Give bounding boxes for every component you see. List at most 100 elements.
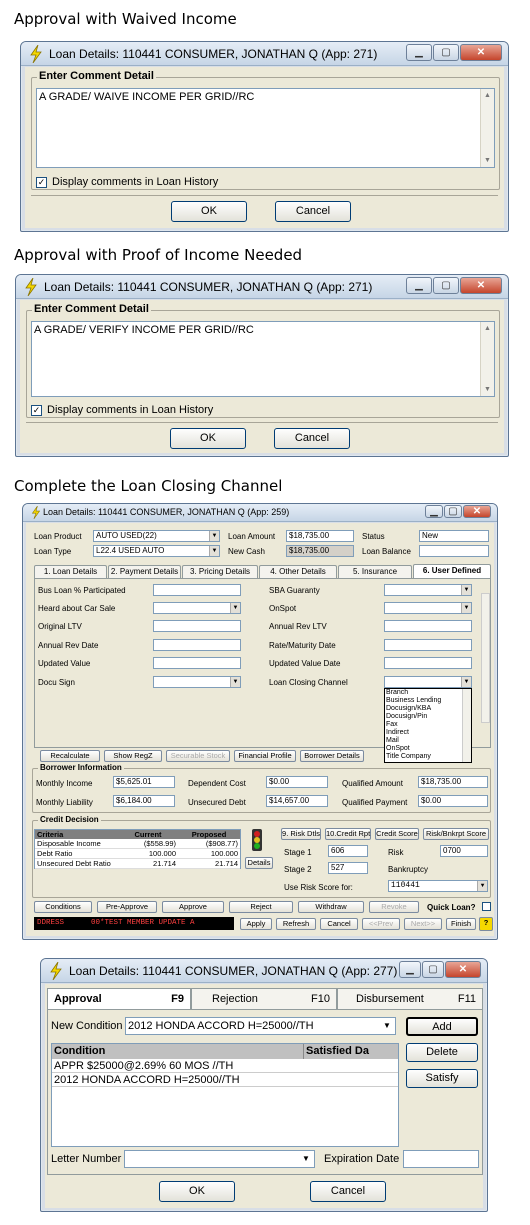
add-button[interactable]: Add [406, 1017, 478, 1036]
tab-payment-details[interactable]: 2. Payment Details [108, 565, 181, 578]
credit-score-button[interactable]: Credit Score [375, 828, 419, 840]
chevron-down-icon[interactable]: ▼ [299, 1152, 313, 1166]
delete-button[interactable]: Delete [406, 1043, 478, 1062]
scrollbar[interactable] [462, 689, 471, 762]
satisfy-button[interactable]: Satisfy [406, 1069, 478, 1088]
borrower-details-button[interactable]: Borrower Details [300, 750, 364, 762]
help-icon[interactable]: ? [479, 917, 493, 931]
annual-rev-date-input[interactable] [153, 639, 241, 651]
apply-button[interactable]: Apply [240, 918, 272, 930]
quick-loan-checkbox[interactable] [482, 902, 491, 911]
details-button[interactable]: Details [245, 857, 273, 869]
cancel-button[interactable]: Cancel [274, 428, 350, 449]
close-icon[interactable]: ✕ [463, 505, 491, 518]
display-history-checkbox[interactable]: ✓ Display comments in Loan History [31, 404, 213, 416]
list-item[interactable]: Docusign/Pin [386, 713, 471, 721]
table-row[interactable]: Disposable Income ($558.99) ($908.77) [35, 839, 240, 849]
close-icon[interactable]: ✕ [460, 44, 502, 61]
maximize-icon[interactable]: ▢ [422, 961, 444, 978]
tab-disbursement[interactable]: Disbursement F11 [337, 988, 483, 1010]
tab-loan-details[interactable]: 1. Loan Details [34, 565, 107, 578]
ok-button[interactable]: OK [159, 1181, 235, 1202]
close-icon[interactable]: ✕ [445, 961, 481, 978]
ok-button[interactable]: OK [171, 201, 247, 222]
next-button[interactable]: Next>> [404, 918, 442, 930]
loan-product-select[interactable]: AUTO USED(22) ▼ [93, 530, 220, 542]
table-row[interactable]: Unsecured Debt Ratio 21.714 21.714 [35, 859, 240, 869]
expiration-date-input[interactable] [403, 1150, 479, 1168]
maximize-icon[interactable]: ▢ [433, 44, 459, 61]
securable-stock-button[interactable]: Securable Stock [166, 750, 230, 762]
list-item[interactable]: Indirect [386, 729, 471, 737]
use-risk-select[interactable]: 110441 ▼ [388, 880, 488, 892]
prev-button[interactable]: <<Prev [362, 918, 400, 930]
channel-dropdown-list[interactable]: Branch Business Lending Docusign/KBA Doc… [384, 688, 472, 763]
minimize-icon[interactable]: ▁ [425, 505, 443, 518]
cancel-button[interactable]: Cancel [275, 201, 351, 222]
annual-rev-ltv-input[interactable] [384, 620, 472, 632]
tab-user-defined[interactable]: 6. User Defined [413, 564, 491, 578]
conditions-button[interactable]: Conditions [34, 901, 92, 913]
loan-type-select[interactable]: L22.4 USED AUTO ▼ [93, 545, 220, 557]
ok-button[interactable]: OK [170, 428, 246, 449]
list-item[interactable]: Branch [386, 689, 471, 697]
minimize-icon[interactable]: ▁ [406, 44, 432, 61]
pre-approve-button[interactable]: Pre-Approve [97, 901, 157, 913]
tab-approval[interactable]: Approval F9 [47, 988, 191, 1010]
title-bar[interactable]: Loan Details: 110441 CONSUMER, JONATHAN … [16, 275, 508, 299]
scrollbar[interactable]: ▲ ▼ [480, 322, 494, 396]
list-item[interactable]: Fax [386, 721, 471, 729]
cancel-button[interactable]: Cancel [320, 918, 358, 930]
reject-button[interactable]: Reject [229, 901, 293, 913]
table-row[interactable]: 2012 HONDA ACCORD H=25000//TH [52, 1073, 398, 1087]
scrollbar[interactable]: ▲ ▼ [480, 89, 494, 167]
onspot-select[interactable]: ▼ [384, 602, 472, 614]
maximize-icon[interactable]: ▢ [444, 505, 462, 518]
revoke-button[interactable]: Revoke [369, 901, 419, 913]
title-bar[interactable]: Loan Details: 110441 CONSUMER, JONATHAN … [41, 959, 487, 983]
new-condition-select[interactable]: 2012 HONDA ACCORD H=25000//TH ▼ [125, 1017, 396, 1035]
list-item[interactable]: Mail [386, 737, 471, 745]
loan-closing-channel-select[interactable]: ▼ [384, 676, 472, 688]
heard-about-select[interactable]: ▼ [153, 602, 241, 614]
letter-number-select[interactable]: ▼ [124, 1150, 315, 1168]
comment-textarea[interactable]: A GRADE/ WAIVE INCOME PER GRID//RC ▲ ▼ [36, 88, 495, 168]
tab-other-details[interactable]: 4. Other Details [259, 565, 337, 578]
sba-guaranty-select[interactable]: ▼ [384, 584, 472, 596]
loan-amount-field[interactable]: $18,735.00 [286, 530, 354, 542]
comment-textarea[interactable]: A GRADE/ VERIFY INCOME PER GRID//RC ▲ ▼ [31, 321, 495, 397]
chevron-down-icon[interactable]: ▼ [380, 1019, 394, 1033]
panel-scrollbar[interactable] [481, 593, 490, 723]
recalculate-button[interactable]: Recalculate [40, 750, 100, 762]
list-item[interactable]: Business Lending [386, 697, 471, 705]
title-bar[interactable]: Loan Details: 110441 CONSUMER, JONATHAN … [21, 42, 508, 66]
title-bar[interactable]: Loan Details: 110441 CONSUMER, JONATHAN … [23, 504, 497, 522]
tab-rejection[interactable]: Rejection F10 [191, 988, 337, 1010]
minimize-icon[interactable]: ▁ [399, 961, 421, 978]
bus-loan-participated-input[interactable] [153, 584, 241, 596]
list-item[interactable]: Title Company [386, 753, 471, 761]
tab-pricing-details[interactable]: 3. Pricing Details [182, 565, 258, 578]
finish-button[interactable]: Finish [446, 918, 476, 930]
updated-value-input[interactable] [153, 657, 241, 669]
show-regz-button[interactable]: Show RegZ [104, 750, 162, 762]
table-row[interactable]: APPR $25000@2.69% 60 MOS //TH [52, 1059, 398, 1073]
conditions-table[interactable]: Condition Satisfied Da APPR $25000@2.69%… [51, 1043, 399, 1147]
minimize-icon[interactable]: ▁ [406, 277, 432, 294]
approve-button[interactable]: Approve [162, 901, 224, 913]
refresh-button[interactable]: Refresh [276, 918, 316, 930]
risk-details-button[interactable]: 9. Risk Dtls [281, 828, 321, 840]
original-ltv-input[interactable] [153, 620, 241, 632]
display-history-checkbox[interactable]: ✓ Display comments in Loan History [36, 176, 218, 188]
financial-profile-button[interactable]: Financial Profile [234, 750, 296, 762]
credit-report-button[interactable]: 10.Credit Rpt [325, 828, 371, 840]
list-item[interactable]: Docusign/KBA [386, 705, 471, 713]
maximize-icon[interactable]: ▢ [433, 277, 459, 294]
rate-maturity-date-input[interactable] [384, 639, 472, 651]
table-row[interactable]: Debt Ratio 100.000 100.000 [35, 849, 240, 859]
close-icon[interactable]: ✕ [460, 277, 502, 294]
withdraw-button[interactable]: Withdraw [298, 901, 364, 913]
updated-value-date-input[interactable] [384, 657, 472, 669]
tab-insurance[interactable]: 5. Insurance [338, 565, 412, 578]
docu-sign-select[interactable]: ▼ [153, 676, 241, 688]
